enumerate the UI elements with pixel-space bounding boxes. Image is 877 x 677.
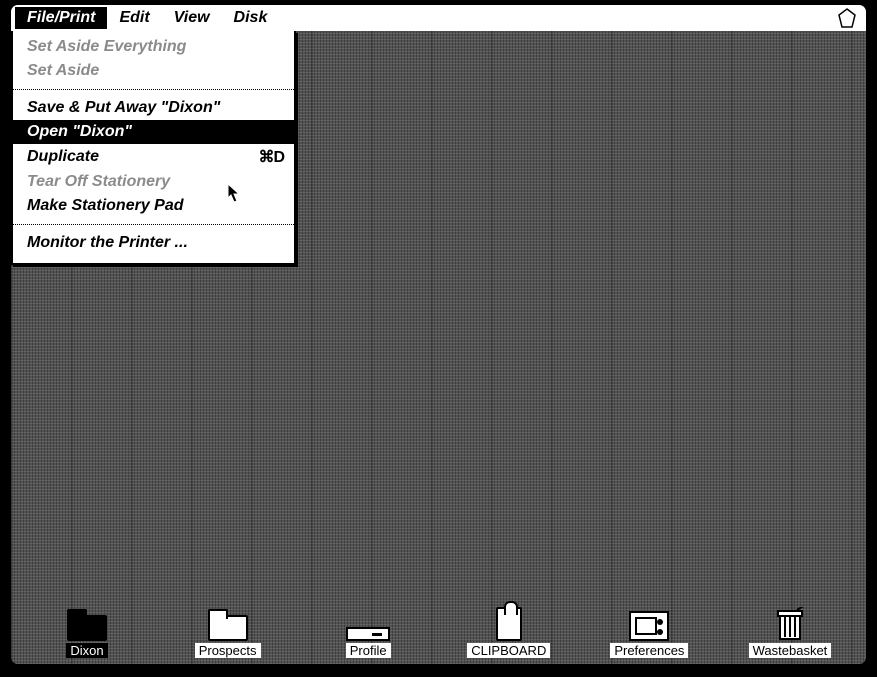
- desktop-icon-wastebasket[interactable]: Wastebasket: [740, 605, 840, 658]
- menu-item-save-put-away[interactable]: Save & Put Away "Dixon": [13, 96, 294, 120]
- menu-file-print[interactable]: File/Print: [15, 7, 107, 29]
- preferences-icon: [629, 611, 669, 641]
- icon-label: Dixon: [66, 643, 107, 658]
- folder-icon: [208, 615, 248, 641]
- menu-item-set-aside: Set Aside: [13, 59, 294, 83]
- icon-label: CLIPBOARD: [467, 643, 550, 658]
- folder-icon: [67, 615, 107, 641]
- menu-item-monitor-printer[interactable]: Monitor the Printer ...: [13, 231, 294, 255]
- menu-item-open[interactable]: Open "Dixon": [13, 120, 294, 144]
- menu-item-duplicate[interactable]: Duplicate ⌘D: [13, 144, 294, 170]
- desktop-icon-clipboard[interactable]: CLIPBOARD: [459, 605, 559, 658]
- menu-disk[interactable]: Disk: [222, 7, 280, 29]
- menu-item-make-stationery-pad[interactable]: Make Stationery Pad: [13, 194, 294, 218]
- clipboard-icon: [496, 607, 522, 641]
- menu-item-tear-off-stationery: Tear Off Stationery: [13, 170, 294, 194]
- trash-icon: [775, 607, 805, 641]
- icon-label: Preferences: [610, 643, 688, 658]
- desktop-icon-dixon[interactable]: Dixon: [37, 605, 137, 658]
- system-logo-icon: [838, 8, 856, 28]
- desktop-icon-prospects[interactable]: Prospects: [178, 605, 278, 658]
- menu-view[interactable]: View: [162, 7, 222, 29]
- desktop-icon-row: Dixon Prospects Profile CLIPBOARD Prefer…: [37, 605, 840, 658]
- menu-separator: [13, 224, 294, 225]
- menubar: File/Print Edit View Disk: [11, 5, 866, 31]
- drive-icon: [346, 627, 390, 641]
- icon-label: Prospects: [195, 643, 261, 658]
- icon-label: Profile: [346, 643, 391, 658]
- icon-label: Wastebasket: [749, 643, 832, 658]
- desktop-icon-profile[interactable]: Profile: [318, 605, 418, 658]
- desktop-icon-preferences[interactable]: Preferences: [599, 605, 699, 658]
- shortcut-label: ⌘D: [258, 147, 284, 167]
- menu-edit[interactable]: Edit: [107, 7, 161, 29]
- menu-separator: [13, 89, 294, 90]
- file-print-menu: Set Aside Everything Set Aside Save & Pu…: [11, 31, 296, 265]
- menu-item-set-aside-everything: Set Aside Everything: [13, 35, 294, 59]
